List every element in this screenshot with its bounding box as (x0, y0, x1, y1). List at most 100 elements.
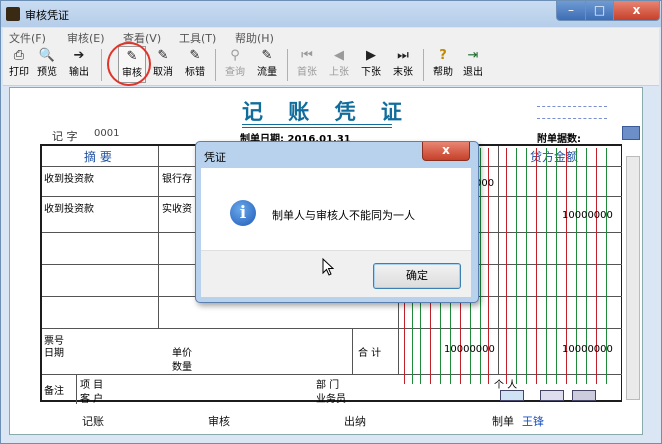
grid-line (498, 146, 499, 374)
last-icon: ⏭ (397, 48, 409, 63)
attachment-dash (537, 118, 607, 119)
voucher-number[interactable]: 0001 (94, 128, 119, 139)
flow-pen-icon: ✎ (261, 48, 273, 63)
total-label: 合 计 (358, 348, 382, 359)
dialog-message: 制单人与审核人不能同为一人 (272, 209, 415, 222)
toolbar: ⎙ 打印 🔍 预览 ➔ 输出 ✎ 审核 ✎ 取消 ✎ 标错 ⚲ 查询 ✎ 流量 ⏮ 首张 ◀ 上张 … (3, 45, 659, 86)
book-icon[interactable] (540, 390, 564, 401)
unit-price-label: 单价 (172, 348, 192, 359)
first-icon: ⏮ (301, 48, 313, 63)
item-label: 项 目 (80, 380, 104, 391)
help-button[interactable]: ? 帮助 (429, 46, 457, 83)
summary-header: 摘 要 (84, 150, 112, 164)
ledger-line (556, 148, 557, 384)
row-credit[interactable]: 10000000 (562, 210, 613, 221)
ledger-line (506, 148, 507, 384)
note-label: 备注 (44, 386, 64, 397)
dialog-button-area: 确定 (201, 250, 471, 297)
row-account[interactable]: 银行存 (162, 170, 192, 185)
department-label: 部 门 (316, 380, 340, 391)
grid-line (42, 328, 622, 329)
credit-header: 贷方金额 (530, 150, 579, 164)
help-icon: ? (439, 48, 447, 63)
tool-icon[interactable] (572, 390, 596, 401)
ok-button[interactable]: 确定 (373, 263, 461, 289)
mouse-cursor-icon (322, 258, 334, 276)
mark-error-icon: ✎ (189, 48, 201, 63)
flow-button[interactable]: ✎ 流量 (253, 46, 281, 83)
voucher-title: 记 账 凭 证 (242, 99, 411, 124)
mark-error-button[interactable]: ✎ 标错 (181, 46, 209, 83)
person-label: 个 人 (494, 380, 518, 391)
cancel-audit-button[interactable]: ✎ 取消 (149, 46, 177, 83)
toolbar-separator (101, 49, 102, 81)
voucher-message-dialog: 凭证 x i 制单人与审核人不能同为一人 确定 (195, 141, 479, 303)
print-button[interactable]: ⎙ 打印 (5, 46, 33, 83)
binoculars-icon: ⚲ (230, 48, 240, 63)
dialog-body: i 制单人与审核人不能同为一人 确定 (201, 168, 471, 297)
attachment-dash (537, 106, 607, 107)
dialog-close-button[interactable]: x (422, 142, 470, 161)
grid-line (352, 328, 353, 374)
ledger-line (516, 148, 517, 384)
exit-icon: ⇥ (467, 48, 479, 63)
dialog-title: 凭证 (204, 151, 226, 164)
total-debit: 10000000 (444, 344, 495, 355)
preparer-label: 制单 (492, 415, 514, 428)
menu-tools[interactable]: 工具(T) (179, 30, 216, 46)
toolbar-separator (287, 49, 288, 81)
minimize-button[interactable]: – (556, 1, 586, 21)
maximize-button[interactable]: □ (585, 1, 614, 21)
audit-highlight-circle (107, 42, 151, 86)
title-underline (242, 127, 392, 128)
title-underline (242, 124, 392, 125)
vertical-scrollbar[interactable] (626, 156, 640, 400)
menu-bar: 文件(F) 审核(E) 查看(V) 工具(T) 帮助(H) (3, 28, 659, 45)
row-account[interactable]: 实收资 (162, 200, 192, 215)
next-voucher-button[interactable]: ▶ 下张 (357, 46, 385, 83)
next-icon: ▶ (366, 48, 376, 63)
menu-audit[interactable]: 审核(E) (67, 30, 105, 46)
voucher-type: 记 字 (52, 130, 78, 143)
info-icon: i (230, 200, 256, 226)
close-button[interactable]: x (613, 1, 660, 21)
auditor-label: 审核 (208, 415, 230, 428)
voucher-audit-window: 审核凭证 – □ x 文件(F) 审核(E) 查看(V) 工具(T) 帮助(H)… (0, 0, 662, 444)
attachments-count[interactable]: 附单据数: (537, 130, 581, 145)
toolbar-separator (423, 49, 424, 81)
row-summary[interactable]: 收到投资款 (44, 170, 94, 185)
grid-line (42, 374, 622, 375)
printer-icon: ⎙ (13, 48, 25, 63)
last-voucher-button[interactable]: ⏭ 末张 (389, 46, 417, 83)
quantity-label: 数量 (172, 362, 192, 373)
customer-label: 客 户 (80, 394, 104, 405)
preview-icon: 🔍 (38, 48, 56, 63)
cashier-label: 出纳 (344, 415, 366, 428)
ledger-line (526, 148, 527, 384)
grid-line (158, 146, 159, 328)
app-icon (6, 7, 20, 21)
title-bar: 审核凭证 – □ x (1, 1, 661, 27)
card-icon[interactable] (500, 390, 524, 401)
ledger-line (536, 148, 537, 384)
cancel-pen-icon: ✎ (157, 48, 169, 63)
date-label: 日期 (44, 348, 64, 359)
grid-line (76, 374, 77, 404)
prev-voucher-button[interactable]: ◀ 上张 (325, 46, 353, 83)
export-icon: ➔ (73, 48, 85, 63)
bookkeeper-label: 记账 (82, 415, 104, 428)
query-button[interactable]: ⚲ 查询 (221, 46, 249, 83)
prev-icon: ◀ (334, 48, 344, 63)
salesman-label: 业务员 (316, 394, 346, 405)
toolbar-separator (215, 49, 216, 81)
export-button[interactable]: ➔ 输出 (65, 46, 93, 83)
search-icon[interactable] (622, 126, 640, 140)
menu-help[interactable]: 帮助(H) (235, 30, 274, 46)
total-credit: 10000000 (562, 344, 613, 355)
menu-file[interactable]: 文件(F) (9, 30, 46, 46)
first-voucher-button[interactable]: ⏮ 首张 (293, 46, 321, 83)
exit-button[interactable]: ⇥ 退出 (459, 46, 487, 83)
preparer-name: 王锋 (522, 415, 544, 428)
row-summary[interactable]: 收到投资款 (44, 200, 94, 215)
preview-button[interactable]: 🔍 预览 (33, 46, 61, 83)
